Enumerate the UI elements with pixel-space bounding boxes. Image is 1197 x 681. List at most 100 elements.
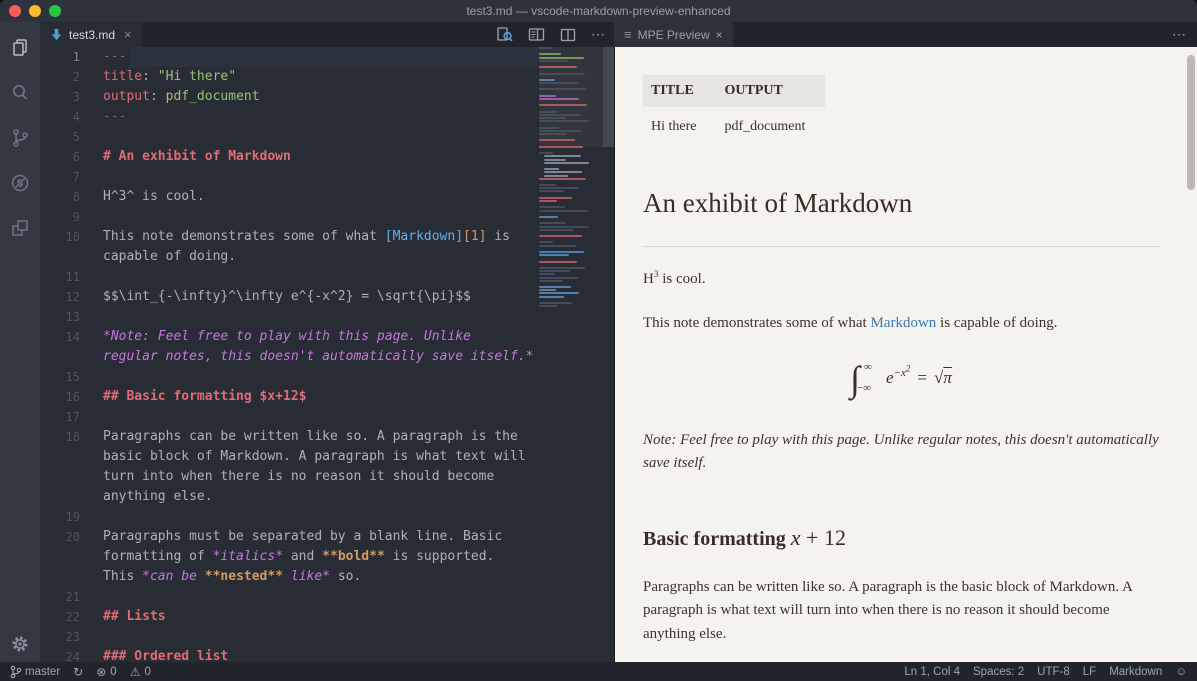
open-preview-to-side-icon[interactable]: [528, 27, 545, 42]
indentation[interactable]: Spaces: 2: [973, 666, 1024, 678]
divider: [643, 246, 1159, 248]
line-number: 15: [65, 370, 80, 384]
debug-icon[interactable]: [8, 171, 32, 195]
line-number: 3: [72, 90, 80, 104]
code-line[interactable]: 23: [40, 627, 614, 647]
language-mode[interactable]: Markdown: [1109, 666, 1162, 678]
error-icon: ⊗: [96, 664, 107, 679]
line-number: 23: [65, 630, 80, 644]
code-line[interactable]: 24 ### Ordered list: [40, 647, 614, 662]
code-line[interactable]: anything else.: [40, 487, 614, 507]
code-line[interactable]: 14 *Note: Feel free to play with this pag…: [40, 327, 614, 347]
search-icon[interactable]: [8, 81, 32, 105]
code-line[interactable]: basic block of Markdown. A paragraph is …: [40, 447, 614, 467]
code-line[interactable]: 12 $$\int_{-\infty}^\infty e^{-x^2} = \sq…: [40, 287, 614, 307]
code-line[interactable]: formatting of *italics* and **bold** is …: [40, 547, 614, 567]
math-formula: ∫ ∞ −∞ e−x2 = √π: [850, 358, 952, 399]
line-number: 12: [65, 290, 80, 304]
line-number: 9: [72, 210, 80, 224]
minimize-window-button[interactable]: [29, 5, 41, 17]
code-line[interactable]: 8 H^3^ is cool.: [40, 187, 614, 207]
editor-group: test3.md × ⋯ 1 --- 2 title: "Hi there" 3…: [40, 22, 614, 662]
extensions-icon[interactable]: [8, 216, 32, 240]
code-line[interactable]: regular notes, this doesn't automaticall…: [40, 347, 614, 367]
code-line[interactable]: capable of doing.: [40, 247, 614, 267]
code-line[interactable]: 18 Paragraphs can be written like so. A p…: [40, 427, 614, 447]
preview-paragraph: Paragraphs can be written like so. A par…: [643, 579, 1133, 642]
code-line[interactable]: 9: [40, 207, 614, 227]
editor-tab-bar: test3.md × ⋯: [40, 22, 614, 47]
sync-icon: ↻: [73, 664, 84, 679]
line-number: [40, 487, 80, 507]
code-line[interactable]: 15: [40, 367, 614, 387]
code-line[interactable]: 3 output: pdf_document: [40, 87, 614, 107]
preview-scrollbar[interactable]: [1187, 55, 1195, 190]
close-icon[interactable]: ×: [124, 27, 132, 42]
preview-note: Note: Feel free to play with this page. …: [643, 431, 1159, 471]
errors-status[interactable]: ⊗ 0: [96, 665, 116, 679]
code-line[interactable]: This *can be **nested** like* so.: [40, 567, 614, 587]
close-icon[interactable]: ×: [716, 28, 723, 42]
close-window-button[interactable]: [9, 5, 21, 17]
code-line[interactable]: 6 # An exhibit of Markdown: [40, 147, 614, 167]
line-number: [40, 467, 80, 487]
more-actions-icon[interactable]: ⋯: [1172, 22, 1187, 47]
zoom-window-button[interactable]: [49, 5, 61, 17]
markdown-link[interactable]: Markdown: [870, 315, 936, 331]
code-line[interactable]: 20 Paragraphs must be separated by a blan…: [40, 527, 614, 547]
encoding[interactable]: UTF-8: [1037, 666, 1070, 678]
explorer-icon[interactable]: [8, 36, 32, 60]
editor-actions: ⋯: [496, 22, 606, 47]
line-number: 24: [65, 650, 80, 662]
preview-heading-1: An exhibit of Markdown: [643, 188, 913, 219]
code-line[interactable]: 1 ---: [40, 47, 614, 67]
preview-tab-bar: ≡ MPE Preview × ⋯: [614, 22, 1197, 47]
code-line[interactable]: 19: [40, 507, 614, 527]
source-control-icon[interactable]: [8, 126, 32, 150]
tab-test3-md[interactable]: test3.md ×: [40, 22, 142, 47]
code-line[interactable]: 4 ---: [40, 107, 614, 127]
code-line[interactable]: 5: [40, 127, 614, 147]
more-actions-icon[interactable]: ⋯: [591, 26, 606, 43]
preview-group: ≡ MPE Preview × ⋯ TITLE OUTPUT Hi there pdf…: [614, 22, 1197, 662]
front-matter-table: TITLE OUTPUT Hi there pdf_document: [643, 75, 826, 137]
table-header: TITLE: [643, 75, 717, 107]
code-line[interactable]: 21: [40, 587, 614, 607]
list-icon: ≡: [624, 27, 632, 42]
tab-label: test3.md: [69, 27, 116, 42]
markdown-file-icon: [51, 28, 62, 41]
feedback-smiley-icon[interactable]: ☺: [1175, 666, 1187, 678]
code-line[interactable]: 16 ## Basic formatting $x+12$: [40, 387, 614, 407]
code-line[interactable]: 13: [40, 307, 614, 327]
preview-heading-2: Basic formatting x + 12: [643, 525, 846, 551]
split-editor-icon[interactable]: [560, 28, 576, 42]
tab-label: MPE Preview: [637, 27, 710, 42]
tab-mpe-preview[interactable]: ≡ MPE Preview ×: [614, 22, 733, 47]
warnings-status[interactable]: ⚠ 0: [130, 665, 151, 679]
code-line[interactable]: 7: [40, 167, 614, 187]
line-number: 14: [65, 330, 80, 344]
code-line[interactable]: turn into when there is no reason it sho…: [40, 467, 614, 487]
text-editor[interactable]: 1 --- 2 title: "Hi there" 3 output: pdf_docum…: [40, 47, 614, 662]
code-line[interactable]: 11: [40, 267, 614, 287]
code-line[interactable]: 17: [40, 407, 614, 427]
cursor-position[interactable]: Ln 1, Col 4: [904, 666, 960, 678]
line-number: [40, 347, 80, 367]
eol-sequence[interactable]: LF: [1083, 666, 1096, 678]
minimap[interactable]: [539, 47, 601, 662]
status-bar: master ↻ ⊗ 0 ⚠ 0 Ln 1, Col 4 Spaces: 2 U…: [0, 662, 1197, 681]
code-line[interactable]: 10 This note demonstrates some of what [M…: [40, 227, 614, 247]
line-number: 10: [65, 230, 80, 244]
sync-button[interactable]: ↻: [73, 665, 83, 679]
line-number: 11: [65, 270, 80, 284]
workbench: test3.md × ⋯ 1 --- 2 title: "Hi there" 3…: [0, 22, 1197, 662]
code-area: 1 --- 2 title: "Hi there" 3 output: pdf_docum…: [40, 47, 614, 662]
editor-scrollbar[interactable]: [603, 47, 614, 147]
code-line[interactable]: 22 ## Lists: [40, 607, 614, 627]
settings-gear-icon[interactable]: [0, 634, 40, 654]
table-header: OUTPUT: [716, 75, 826, 107]
code-line[interactable]: 2 title: "Hi there": [40, 67, 614, 87]
git-branch-status[interactable]: master: [10, 665, 60, 679]
line-number: 16: [65, 390, 80, 404]
open-preview-icon[interactable]: [496, 26, 513, 43]
